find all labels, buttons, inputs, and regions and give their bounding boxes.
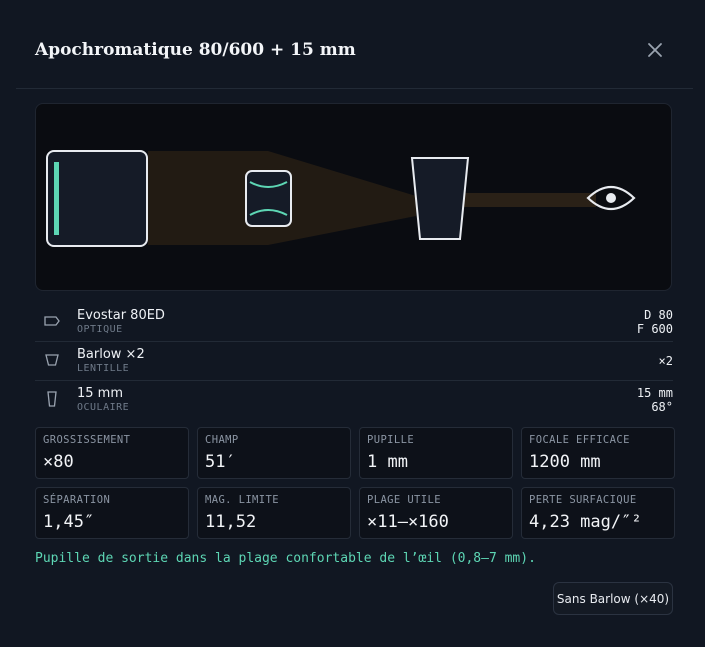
- stat-label: PUPILLE: [367, 434, 415, 446]
- stat-separation: SÉPARATION 1,45″: [35, 487, 189, 539]
- barlow-element: [245, 170, 292, 227]
- stat-value: 4,23 mag/″²: [529, 512, 642, 532]
- train-item-values: 15 mm 68°: [637, 386, 673, 414]
- optical-train-list: Evostar 80ED OPTIQUE D 80 F 600 Barlow ×…: [35, 303, 673, 419]
- telescope-tube-icon: [43, 312, 61, 330]
- optical-path-diagram: [35, 103, 672, 291]
- toggle-barlow-button[interactable]: Sans Barlow (×40): [553, 582, 673, 615]
- stat-value: 1 mm: [367, 452, 408, 472]
- stat-pupille: PUPILLE 1 mm: [359, 427, 513, 479]
- stats-grid: GROSSISSEMENT ×80 CHAMP 51′ PUPILLE 1 mm…: [35, 427, 675, 539]
- train-item-type: OPTIQUE: [77, 324, 123, 335]
- stat-value: ×11–×160: [367, 512, 449, 532]
- aperture-value: D 80: [644, 308, 673, 322]
- stat-champ: CHAMP 51′: [197, 427, 351, 479]
- eyepiece-element: [410, 157, 470, 240]
- train-item-type: OCULAIRE: [77, 402, 130, 413]
- barlow-factor-value: ×2: [658, 354, 673, 368]
- train-item-values: ×2: [659, 354, 673, 368]
- stat-value: 1,45″: [43, 512, 95, 532]
- stat-focale-efficace: FOCALE EFFICACE 1200 mm: [521, 427, 675, 479]
- stat-label: CHAMP: [205, 434, 239, 446]
- train-item-oculaire[interactable]: 15 mm OCULAIRE 15 mm 68°: [35, 381, 673, 419]
- barlow-lens-icon: [43, 351, 61, 369]
- close-icon[interactable]: [645, 40, 665, 60]
- train-item-name: Barlow ×2: [77, 347, 145, 362]
- objective-glass: [54, 162, 59, 235]
- dialog-header: Apochromatique 80/600 + 15 mm: [16, 16, 693, 89]
- stat-grossissement: GROSSISSEMENT ×80: [35, 427, 189, 479]
- stat-value: 11,52: [205, 512, 257, 532]
- stat-mag-limite: MAG. LIMITE 11,52: [197, 487, 351, 539]
- stat-label: PLAGE UTILE: [367, 494, 441, 506]
- stat-label: FOCALE EFFICACE: [529, 434, 630, 446]
- train-item-optique[interactable]: Evostar 80ED OPTIQUE D 80 F 600: [35, 303, 673, 342]
- train-item-lentille[interactable]: Barlow ×2 LENTILLE ×2: [35, 342, 673, 381]
- stat-value: 1200 mm: [529, 452, 601, 472]
- stat-label: SÉPARATION: [43, 494, 111, 506]
- stat-label: GROSSISSEMENT: [43, 434, 131, 446]
- eyepiece-icon: [43, 390, 61, 408]
- stat-plage-utile: PLAGE UTILE ×11–×160: [359, 487, 513, 539]
- train-item-name: Evostar 80ED: [77, 308, 165, 323]
- train-item-name: 15 mm: [77, 386, 124, 401]
- eyepiece-fov-value: 68°: [651, 400, 673, 414]
- stat-perte-surfacique: PERTE SURFACIQUE 4,23 mag/″²: [521, 487, 675, 539]
- train-item-values: D 80 F 600: [637, 308, 673, 336]
- train-item-type: LENTILLE: [77, 363, 130, 374]
- stat-label: PERTE SURFACIQUE: [529, 494, 637, 506]
- exit-pupil-note: Pupille de sortie dans la plage conforta…: [35, 551, 536, 566]
- stat-value: ×80: [43, 452, 74, 472]
- eyepiece-focal-value: 15 mm: [636, 386, 673, 400]
- optical-config-dialog: Apochromatique 80/600 + 15 mm Evostar 80…: [0, 0, 705, 647]
- stat-value: 51′: [205, 452, 236, 472]
- objective-element: [46, 150, 148, 247]
- stat-label: MAG. LIMITE: [205, 494, 279, 506]
- dialog-title: Apochromatique 80/600 + 15 mm: [35, 40, 356, 60]
- focal-value: F 600: [636, 322, 673, 336]
- light-beam-narrow: [456, 193, 596, 207]
